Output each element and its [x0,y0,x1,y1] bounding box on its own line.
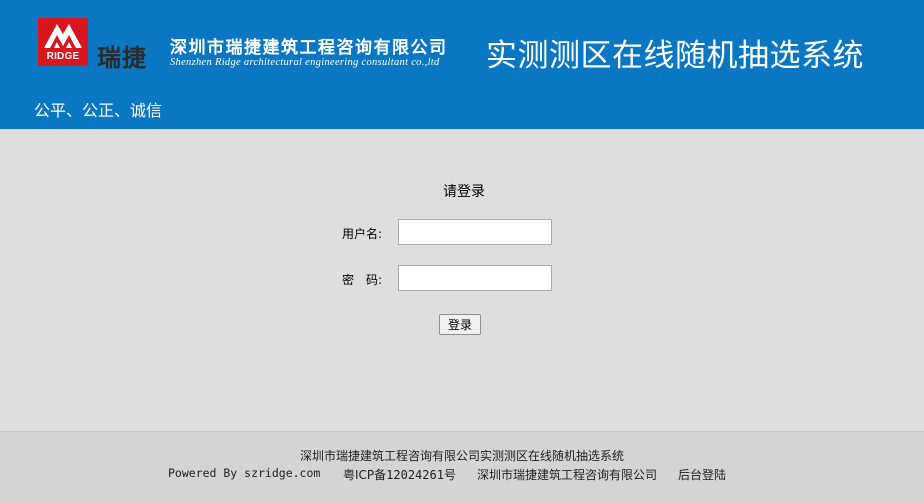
logo-chinese-text: 瑞捷 [97,44,147,72]
company-name-cn: 深圳市瑞捷建筑工程咨询有限公司 [170,38,448,58]
slogan: 公平、公正、诚信 [34,101,163,120]
footer-system-name: 深圳市瑞捷建筑工程咨询有限公司实测测区在线随机抽选系统 [299,449,624,463]
icp-record: 粤ICP备12024261号 [343,466,456,483]
username-input[interactable] [398,219,552,245]
powered-by-text: Powered By szridge.com [168,466,321,480]
password-input[interactable] [398,265,552,291]
icp-prefix: 粤ICP备 [343,468,387,482]
logo-mountain-icon [44,24,82,48]
footer-company-name: 深圳市瑞捷建筑工程咨询有限公司 [477,468,658,482]
company-name-en: Shenzhen Ridge architectural engineering… [170,57,440,68]
admin-login-link[interactable]: 后台登陆 [678,466,726,483]
password-label: 密 码: [342,273,383,287]
footer: 深圳市瑞捷建筑工程咨询有限公司实测测区在线随机抽选系统 Powered By s… [0,431,924,503]
system-title: 实测测区在线随机抽选系统 [486,38,864,74]
ridge-logo: RIDGE [38,18,88,66]
header-banner: RIDGE 瑞捷 深圳市瑞捷建筑工程咨询有限公司 Shenzhen Ridge … [0,0,924,129]
username-label: 用户名: [342,227,383,241]
icp-suffix: 号 [443,468,456,482]
login-title: 请登录 [443,184,485,200]
login-button[interactable]: 登录 [439,314,481,335]
icp-number: 12024261 [386,468,444,482]
logo-text: RIDGE [46,51,80,62]
